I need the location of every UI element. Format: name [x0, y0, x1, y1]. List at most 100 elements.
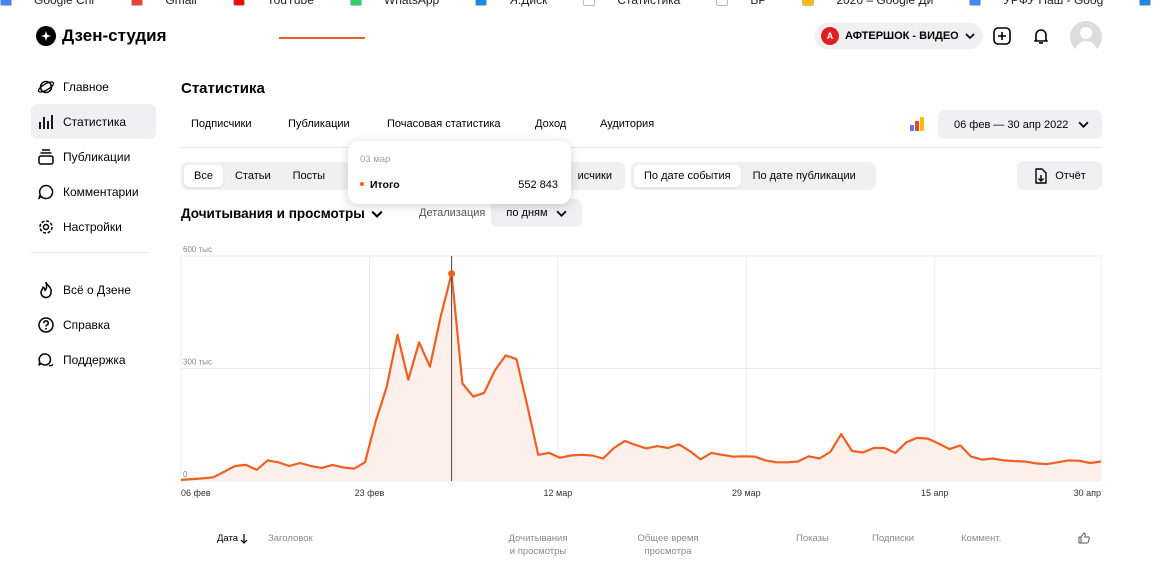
planet-icon — [37, 78, 55, 96]
y-tick-label: 300 тыс — [183, 358, 212, 367]
column-views[interactable]: Дочитывания и просмотры — [505, 532, 571, 558]
help-icon — [37, 316, 55, 334]
filter-hidden-tail[interactable]: исчики — [568, 165, 622, 187]
bookmark-favicon-icon — [349, 0, 362, 6]
sidebar-item-publications[interactable]: Публикации — [31, 139, 156, 174]
bookmarks-bar: Google Chr Gmail YouTube WhatsApp Я.Диск Стат… — [0, 0, 1165, 7]
bookmark-favicon-icon — [475, 0, 488, 6]
channel-avatar: А — [821, 27, 839, 45]
tab-audience[interactable]: Аудитория — [600, 118, 654, 130]
column-date[interactable]: Дата — [217, 532, 248, 545]
y-tick-label: 0 — [183, 470, 188, 479]
bookmark-item[interactable]: Я.Диск — [475, 0, 565, 7]
channel-selector[interactable]: А АФТЕРШОК - ВИДЕО — [815, 23, 983, 49]
bookmark-label: 2020 – Google Ди — [836, 0, 934, 7]
bookmark-item[interactable]: ВР — [716, 0, 784, 7]
mode-event-date[interactable]: По дате события — [634, 165, 741, 187]
fire-icon — [37, 281, 55, 299]
x-tick-label: 12 мар — [544, 488, 573, 498]
series-line — [180, 272, 1102, 481]
hover-point — [448, 270, 456, 278]
bookmark-label: Я.Диск — [509, 0, 548, 7]
bookmark-favicon-icon — [969, 0, 982, 6]
sidebar-item-main[interactable]: Главное — [31, 69, 156, 104]
tab-subscribers[interactable]: Подписчики — [191, 118, 252, 130]
add-publication-button[interactable] — [991, 25, 1013, 47]
sort-down-arrow-icon — [240, 533, 248, 544]
x-tick-label: 15 апр — [921, 488, 948, 498]
tab-hourly-stats[interactable]: Почасовая статистика — [387, 118, 501, 130]
bookmark-item[interactable]: YouTube — [232, 0, 332, 7]
column-comments[interactable]: Коммент. — [961, 532, 1001, 545]
sidebar-item-comments[interactable]: Комментарии — [31, 174, 156, 209]
chevron-down-icon — [1078, 121, 1089, 128]
column-watch-time[interactable]: Общее время просмотра — [633, 532, 703, 558]
date-range-picker[interactable]: 06 фев — 30 апр 2022 — [938, 110, 1102, 139]
yandex-metrica-icon[interactable] — [910, 117, 924, 131]
bookmark-item[interactable]: УРФУ Наш - Goog — [969, 0, 1121, 7]
sidebar-item-statistics[interactable]: Статистика — [31, 104, 156, 139]
column-impressions[interactable]: Показы — [796, 532, 829, 545]
active-tab-indicator — [279, 37, 365, 39]
column-likes[interactable] — [1078, 532, 1090, 548]
sidebar-item-label: Публикации — [63, 149, 131, 164]
filter-articles[interactable]: Статьи — [225, 165, 281, 187]
bookmark-label: Статистика — [617, 0, 681, 7]
sidebar-item-label: Настройки — [63, 219, 122, 234]
dzen-studio-logo[interactable]: Дзен-студия — [36, 26, 167, 46]
bookmark-item[interactable]: WhatsApp — [349, 0, 457, 7]
sidebar-item-label: Комментарии — [63, 184, 139, 199]
column-subscriptions[interactable]: Подписки — [872, 532, 914, 545]
mode-publication-date[interactable]: По дате публикации — [743, 165, 866, 187]
filter-all[interactable]: Все — [184, 165, 223, 187]
bookmark-favicon-icon — [0, 0, 12, 6]
bookmark-favicon-icon — [583, 0, 596, 6]
bookmark-label: УРФУ Наш - Goog — [1003, 0, 1104, 7]
sidebar-item-about-dzen[interactable]: Всё о Дзене — [31, 272, 156, 307]
notifications-button[interactable] — [1030, 25, 1052, 47]
filter-posts[interactable]: Посты — [283, 165, 335, 187]
channel-name: АФТЕРШОК - ВИДЕО — [845, 30, 959, 42]
report-button[interactable]: Отчёт — [1017, 161, 1102, 190]
bookmark-item[interactable]: Статистика — [583, 0, 698, 7]
views-area-chart: 0 300 тыс 600 тыс 06 фев 23 фев 12 мар 29 мар 1… — [180, 245, 1102, 498]
comment-icon — [37, 183, 55, 201]
chat-icon — [37, 351, 55, 369]
bookmark-favicon-icon — [232, 0, 245, 6]
x-tick-label: 30 апр — [1074, 488, 1101, 498]
bookmark-item[interactable]: Google Chr — [0, 0, 113, 7]
layers-icon — [37, 148, 55, 166]
user-avatar[interactable] — [1070, 21, 1102, 53]
metric-selector[interactable]: Дочитывания и просмотры — [181, 206, 383, 221]
bar-chart-icon — [37, 113, 55, 131]
tab-publications[interactable]: Публикации — [288, 118, 350, 130]
detail-value: по дням — [506, 207, 548, 219]
tab-income[interactable]: Доход — [535, 118, 566, 130]
bookmark-label: ВР — [750, 0, 767, 7]
page-title: Статистика — [181, 80, 265, 97]
bell-icon — [1034, 29, 1048, 44]
bookmark-favicon-icon — [802, 0, 815, 6]
date-mode-filter: По дате события По дате публикации — [631, 162, 876, 190]
sidebar-item-settings[interactable]: Настройки — [31, 209, 156, 244]
chevron-down-icon — [965, 33, 975, 40]
bookmark-label: WhatsApp — [383, 0, 440, 7]
bookmark-item[interactable]: 2020 – Google Ди — [802, 0, 951, 7]
sidebar-divider — [31, 252, 148, 272]
sidebar-item-label: Поддержка — [63, 352, 126, 367]
column-title[interactable]: Заголовок — [268, 532, 313, 545]
bookmark-item[interactable]: Gmail — [131, 0, 214, 7]
dzen-logo-icon — [36, 26, 56, 46]
sidebar-item-support[interactable]: Поддержка — [31, 342, 156, 377]
bookmark-item[interactable]: Видеозаписи Pc — [1139, 0, 1165, 7]
report-label: Отчёт — [1055, 169, 1086, 182]
sidebar-item-help[interactable]: Справка — [31, 307, 156, 342]
tooltip-value: 552 843 — [518, 179, 558, 191]
sidebar-item-label: Справка — [63, 317, 111, 332]
column-date-label: Дата — [217, 533, 239, 544]
chart-tooltip: 03 мар Итого 552 843 — [348, 141, 571, 204]
tooltip-date: 03 мар — [360, 154, 391, 165]
chart-plot-frame — [180, 255, 1102, 482]
x-tick-label: 23 фев — [355, 488, 385, 498]
document-download-icon — [1035, 167, 1047, 184]
